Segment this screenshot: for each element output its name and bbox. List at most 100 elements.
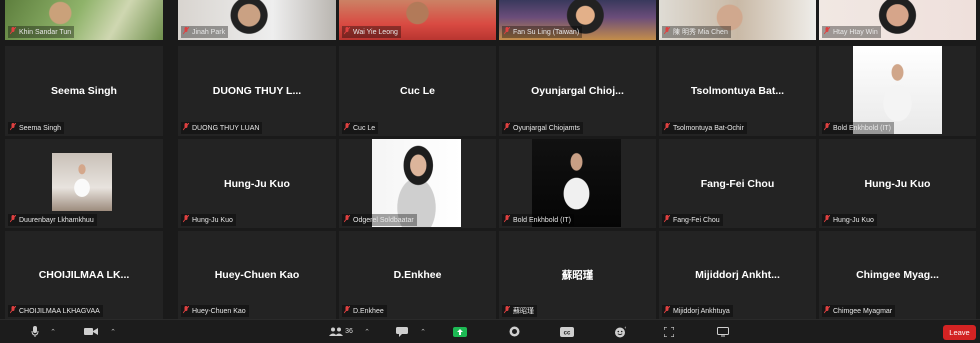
participant-tile[interactable]: Duurenbayr Lkhamkhuu [5, 139, 163, 228]
participant-tile[interactable]: CHOIJILMAA LK... CHOIJILMAA LKHAGVAA [5, 231, 163, 319]
participant-name-label: Hung-Ju Kuo [181, 214, 236, 226]
microphone-icon[interactable] [28, 323, 42, 340]
participant-tile[interactable]: Htay Htay Win [819, 0, 976, 40]
participant-name-label: Bold Enkhbold (IT) [822, 122, 894, 134]
participant-name-label: DUONG THUY LUAN [181, 122, 263, 134]
participant-name-label: Huey-Chuen Kao [181, 305, 249, 317]
muted-microphone-icon [344, 123, 350, 133]
participant-tile[interactable]: Hung-Ju Kuo Hung-Ju Kuo [819, 139, 976, 228]
participant-photo [52, 153, 112, 211]
fullscreen-icon[interactable] [662, 323, 676, 340]
participant-display-name: Seema Singh [51, 85, 117, 97]
record-icon[interactable] [506, 323, 522, 340]
video-grid: Khin Sandar Tun Jinah Park Wai Yie Leong Fa… [0, 0, 980, 319]
muted-microphone-icon [824, 306, 830, 316]
svg-text:cc: cc [564, 330, 571, 336]
participant-label-text: Seema Singh [19, 124, 62, 132]
participant-name-label: Duurenbayr Lkhamkhuu [8, 214, 97, 226]
participant-display-name: Oyunjargal Chioj... [531, 85, 624, 97]
participant-label-text: CHOIJILMAA LKHAGVAA [19, 307, 100, 315]
participant-tile[interactable]: 陳 明秀 Mia Chen [659, 0, 816, 40]
participant-label-text: Mijiddorj Ankhtuya [673, 307, 730, 315]
participant-tile[interactable]: Odgerel Soldbaatar [339, 139, 496, 228]
participant-tile[interactable]: D.Enkhee D.Enkhee [339, 231, 496, 319]
participant-label-text: Bold Enkhbold (IT) [833, 124, 891, 132]
participant-label-text: Wai Yie Leong [353, 28, 398, 36]
participant-display-name: Chimgee Myag... [856, 269, 939, 281]
cc-icon[interactable]: cc [558, 323, 576, 340]
muted-microphone-icon [10, 123, 16, 133]
participant-display-name: DUONG THUY L... [212, 85, 302, 97]
participant-tile[interactable]: Mijiddorj Ankht... Mijiddorj Ankhtuya [659, 231, 816, 319]
participant-tile[interactable]: Bold Enkhbold (IT) [499, 139, 656, 228]
participant-tile[interactable]: Fan Su Ling (Taiwan) [499, 0, 656, 40]
participant-tile[interactable]: Jinah Park [178, 0, 336, 40]
participants-options-caret[interactable]: ⌃ [362, 323, 372, 340]
view-icon[interactable] [715, 323, 731, 340]
participant-display-name: Hung-Ju Kuo [864, 177, 931, 190]
participant-name-label: Odgerel Soldbaatar [342, 214, 417, 226]
muted-microphone-icon [344, 27, 350, 37]
participant-label-text: Tsolmontuya Bat-Ochir [673, 124, 744, 132]
participant-label-text: Hung-Ju Kuo [833, 216, 874, 224]
participants-button[interactable]: 36 [326, 323, 356, 340]
video-options-caret[interactable]: ⌃ [108, 323, 118, 340]
muted-microphone-icon [504, 306, 510, 316]
participant-tile[interactable]: Fang-Fei Chou Fang-Fei Chou [659, 139, 816, 228]
muted-microphone-icon [344, 215, 350, 225]
participant-label-text: Fan Su Ling (Taiwan) [513, 28, 580, 36]
chat-icon[interactable] [394, 323, 410, 340]
participant-name-label: Bold Enkhbold (IT) [502, 214, 574, 226]
participant-tile[interactable]: Seema Singh Seema Singh [5, 46, 163, 136]
muted-microphone-icon [10, 27, 16, 37]
participant-name-label: Fang-Fei Chou [662, 214, 723, 226]
participant-tile[interactable]: Hung-Ju Kuo Hung-Ju Kuo [178, 139, 336, 228]
participant-label-text: Chimgee Myagmar [833, 307, 893, 315]
participant-label-text: Bold Enkhbold (IT) [513, 216, 571, 224]
svg-text:+: + [625, 326, 627, 332]
participant-label-text: Cuc Le [353, 124, 376, 132]
muted-microphone-icon [664, 306, 670, 316]
muted-microphone-icon [504, 27, 510, 37]
participant-tile[interactable]: Huey-Chuen Kao Huey-Chuen Kao [178, 231, 336, 319]
muted-microphone-icon [183, 123, 189, 133]
participant-tile[interactable]: Cuc Le Cuc Le [339, 46, 496, 136]
participant-label-text: Khin Sandar Tun [19, 28, 72, 36]
participant-tile[interactable]: Tsolmontuya Bat... Tsolmontuya Bat-Ochir [659, 46, 816, 136]
participant-display-name: D.Enkhee [393, 269, 442, 281]
participant-display-name: 蘇昭瑾 [561, 269, 594, 282]
chat-options-caret[interactable]: ⌃ [418, 323, 428, 340]
participant-photo [853, 46, 942, 134]
participant-name-label: Tsolmontuya Bat-Ochir [662, 122, 747, 134]
video-camera-icon[interactable] [82, 323, 100, 340]
participant-label-text: Huey-Chuen Kao [192, 307, 246, 315]
muted-microphone-icon [10, 306, 16, 316]
participant-name-label: Oyunjargal Chiojamts [502, 122, 583, 134]
participant-tile[interactable]: Wai Yie Leong [339, 0, 496, 40]
participant-label-text: Jinah Park [192, 28, 226, 36]
participant-name-label: 蘇昭瑾 [502, 305, 537, 317]
participant-label-text: Fang-Fei Chou [673, 216, 720, 224]
participant-label-text: Oyunjargal Chiojamts [513, 124, 580, 132]
reactions-icon[interactable]: + [612, 323, 628, 340]
leave-button[interactable]: Leave [943, 325, 976, 340]
participant-name-label: Seema Singh [8, 122, 65, 134]
participant-tile[interactable]: Chimgee Myag... Chimgee Myagmar [819, 231, 976, 319]
participant-tile[interactable]: Khin Sandar Tun [5, 0, 163, 40]
meeting-toolbar: ⌃ ⌃ 36 ⌃ ⌃ cc + Leave [0, 319, 980, 343]
participant-display-name: CHOIJILMAA LK... [38, 269, 130, 281]
share-screen-icon[interactable] [451, 323, 468, 340]
participant-name-label: D.Enkhee [342, 305, 387, 317]
muted-microphone-icon [183, 27, 189, 37]
muted-microphone-icon [824, 27, 830, 37]
muted-microphone-icon [183, 215, 189, 225]
participant-tile[interactable]: DUONG THUY L... DUONG THUY LUAN [178, 46, 336, 136]
audio-options-caret[interactable]: ⌃ [48, 323, 58, 340]
participant-tile[interactable]: 蘇昭瑾 蘇昭瑾 [499, 231, 656, 319]
participant-tile[interactable]: Bold Enkhbold (IT) [819, 46, 976, 136]
participant-name-label: Fan Su Ling (Taiwan) [502, 26, 583, 38]
participant-tile[interactable]: Oyunjargal Chioj... Oyunjargal Chiojamts [499, 46, 656, 136]
participant-name-label: Htay Htay Win [822, 26, 881, 38]
participant-name-label: Jinah Park [181, 26, 229, 38]
participant-label-text: Htay Htay Win [833, 28, 878, 36]
